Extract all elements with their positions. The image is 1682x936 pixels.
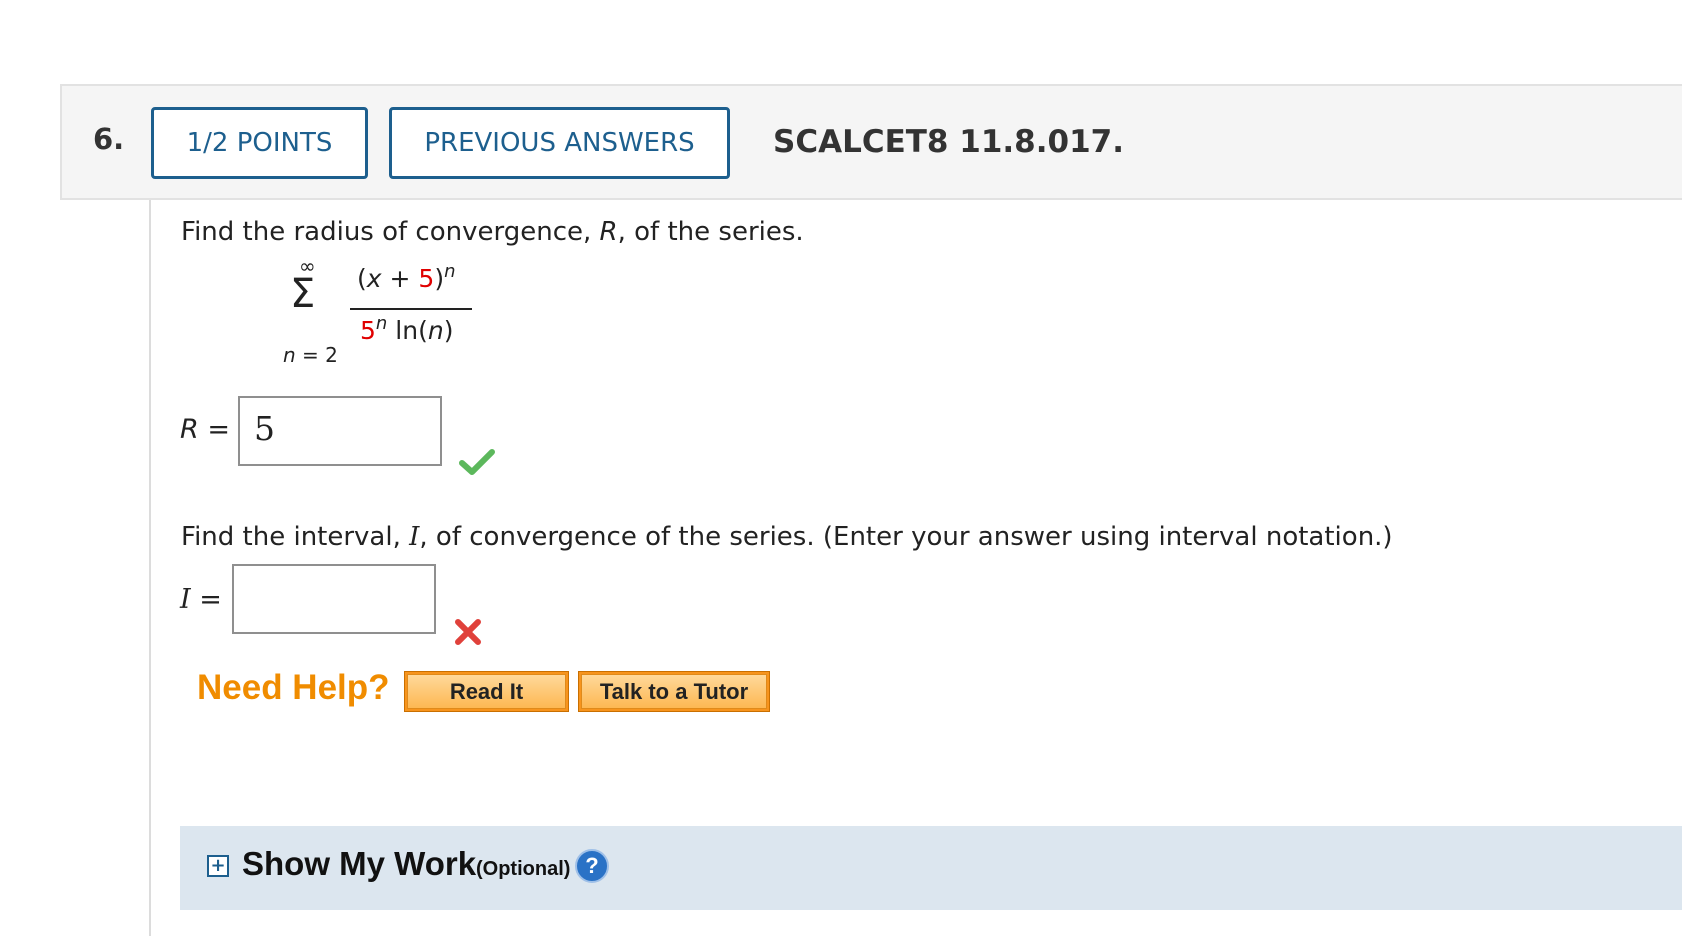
talk-to-tutor-label: Talk to a Tutor	[581, 674, 767, 709]
radius-prompt-var: R	[599, 217, 618, 247]
interval-prompt: Find the interval, I, of convergence of …	[181, 522, 1393, 552]
show-my-work-optional: (Optional)	[476, 858, 571, 880]
interval-label-var: I	[180, 584, 191, 615]
radius-answer-field[interactable]: 5	[238, 396, 442, 466]
sum-lower-value: = 2	[295, 343, 338, 367]
denominator-exponent: n	[375, 313, 388, 335]
help-question-icon[interactable]: ?	[575, 849, 609, 883]
previous-answers-button[interactable]: PREVIOUS ANSWERS	[389, 107, 730, 179]
radius-answer-value: 5	[254, 409, 275, 448]
fraction-bar	[350, 308, 472, 310]
denominator-var: n	[427, 316, 444, 345]
interval-answer-label: I =	[180, 584, 222, 615]
expand-plus-icon[interactable]: +	[207, 855, 229, 877]
radius-prompt-text-end: , of the series.	[617, 217, 804, 247]
read-it-button[interactable]: Read It	[404, 671, 569, 712]
radius-answer-label: R =	[180, 414, 230, 445]
interval-prompt-var: I	[409, 522, 420, 552]
series-denominator: 5n ln(n)	[360, 313, 454, 345]
sum-lower-limit: n = 2	[283, 343, 338, 367]
denominator-close: )	[443, 316, 454, 345]
sum-index-var: n	[283, 343, 296, 367]
numerator-close: )	[434, 264, 445, 293]
radius-prompt: Find the radius of convergence, R, of th…	[181, 217, 804, 247]
interval-prompt-text: Find the interval,	[181, 522, 410, 552]
correct-check-icon	[459, 449, 495, 475]
numerator-exponent: n	[444, 261, 456, 283]
read-it-label: Read It	[407, 674, 566, 709]
denominator-func: ln(	[387, 316, 428, 345]
denominator-base: 5	[360, 316, 376, 345]
problem-id: SCALCET8 11.8.017.	[773, 124, 1125, 160]
interval-label-eq: =	[190, 584, 222, 615]
sigma-symbol: Σ	[290, 271, 316, 317]
points-button[interactable]: 1/2 POINTS	[151, 107, 368, 179]
numerator-var: x	[366, 264, 382, 293]
interval-prompt-text-end: , of convergence of the series. (Enter y…	[419, 522, 1393, 552]
radius-label-var: R	[180, 414, 199, 445]
numerator-plus: +	[381, 264, 419, 293]
question-number: 6.	[93, 122, 125, 156]
interval-answer-field[interactable]	[232, 564, 436, 634]
radius-prompt-text: Find the radius of convergence,	[181, 217, 600, 247]
radius-label-eq: =	[198, 414, 230, 445]
show-my-work-title[interactable]: Show My Work	[242, 845, 476, 883]
numerator-open: (	[357, 264, 367, 293]
series-expression: ∞ Σ n = 2 (x + 5)n 5n ln(n)	[270, 252, 490, 382]
numerator-constant: 5	[418, 264, 435, 293]
question-left-rule	[149, 200, 151, 936]
incorrect-x-icon	[455, 619, 481, 645]
talk-to-tutor-button[interactable]: Talk to a Tutor	[578, 671, 770, 712]
series-numerator: (x + 5)n	[357, 261, 456, 293]
need-help-label: Need Help?	[197, 668, 390, 707]
